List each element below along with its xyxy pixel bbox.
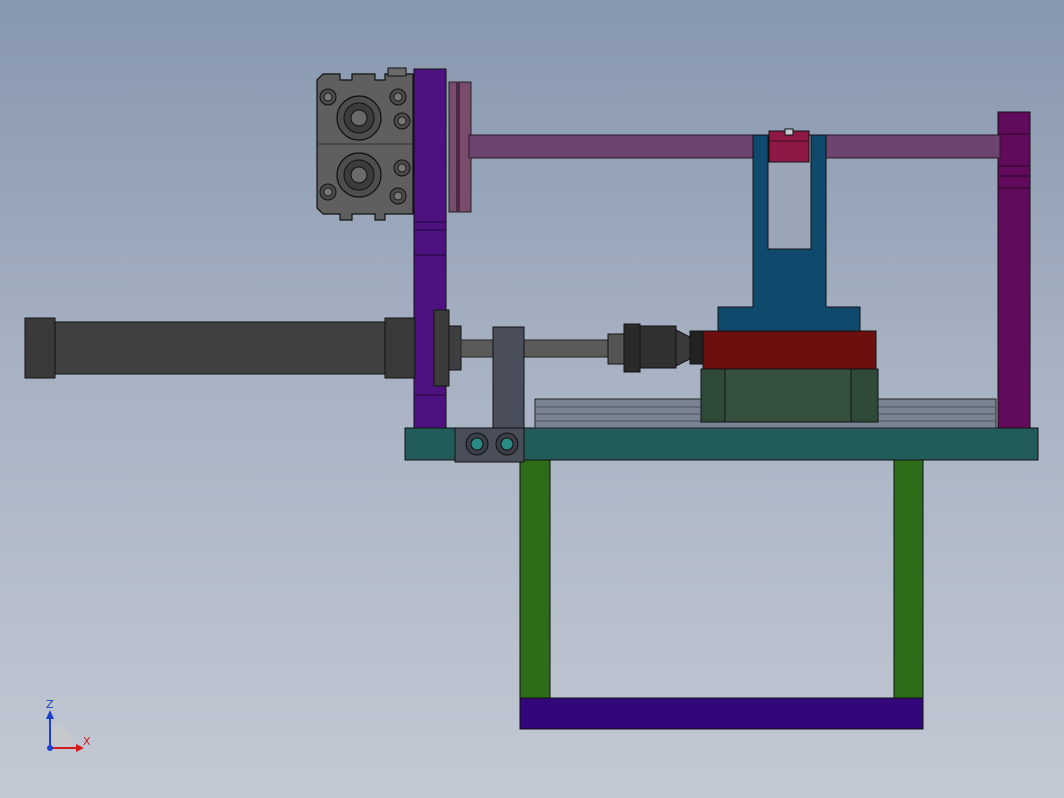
view-triad[interactable] — [46, 710, 84, 752]
floating-joint[interactable] — [607, 323, 704, 373]
air-cylinder[interactable] — [24, 317, 416, 379]
piston-rod[interactable] — [460, 339, 611, 358]
triad-x-label: X — [83, 735, 91, 748]
blue-bracket[interactable] — [717, 134, 861, 332]
bottom-crossbar[interactable] — [519, 697, 924, 730]
right-leg[interactable] — [893, 459, 924, 701]
assembly-model[interactable] — [0, 0, 1064, 798]
guide-rod[interactable] — [448, 81, 1001, 213]
slide-table[interactable] — [702, 330, 877, 372]
rod-clamp[interactable] — [768, 128, 810, 163]
slide-block[interactable] — [700, 368, 879, 423]
left-leg[interactable] — [519, 459, 551, 701]
triad-z-label: Z — [46, 698, 54, 711]
cad-viewport[interactable]: Z X — [0, 0, 1064, 798]
cylinder-flange-nut[interactable] — [433, 309, 462, 387]
right-upright[interactable] — [997, 111, 1031, 429]
